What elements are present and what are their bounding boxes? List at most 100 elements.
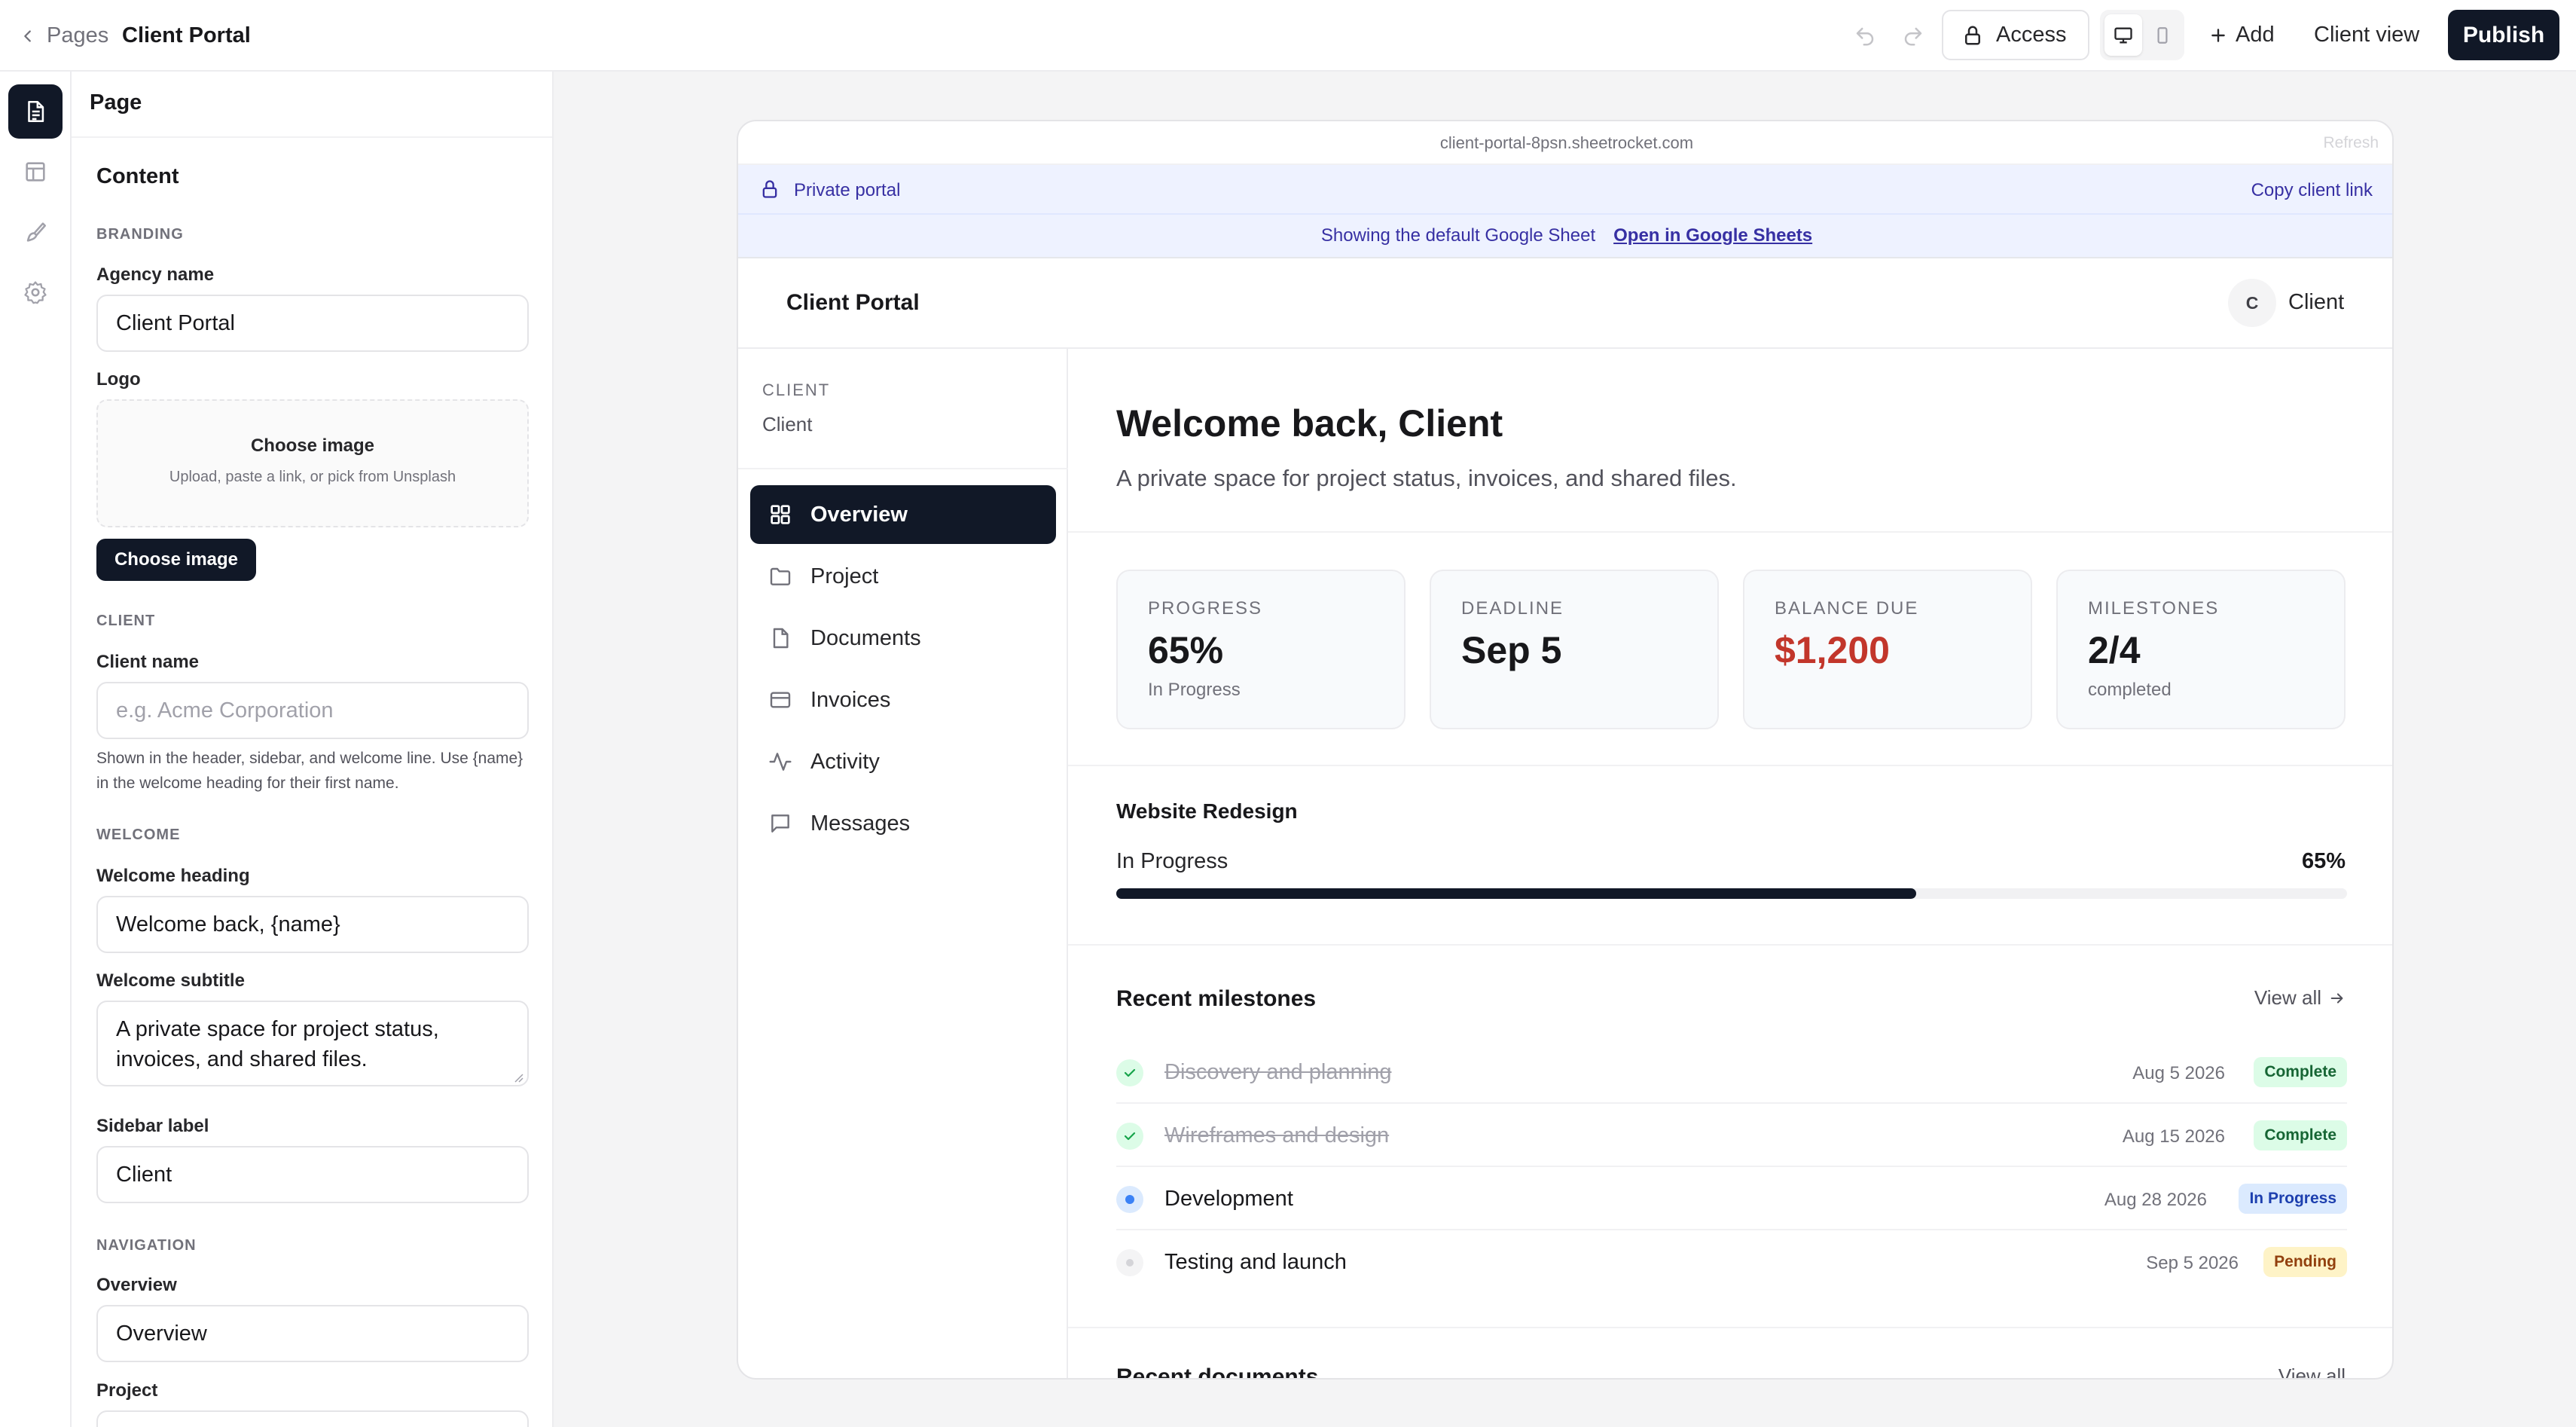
mobile-icon[interactable] — [2144, 14, 2181, 56]
milestone-row: Wireframes and design Aug 15 2026 Comple… — [1116, 1104, 2347, 1167]
lock-icon — [1961, 24, 1984, 47]
chevron-left-icon — [20, 28, 36, 44]
stat-progress: PROGRESS 65% In Progress — [1116, 570, 1406, 729]
table-icon[interactable] — [8, 145, 63, 199]
publish-button[interactable]: Publish — [2448, 10, 2559, 60]
branding-section-label: BRANDING — [96, 226, 184, 243]
settings-panel: Page Content BRANDING Agency name Client… — [72, 72, 554, 1427]
copy-client-link[interactable]: Copy client link — [2251, 180, 2373, 201]
logo-dropzone[interactable]: Choose image Upload, paste a link, or pi… — [96, 399, 529, 527]
milestone-row: Discovery and planning Aug 5 2026 Comple… — [1116, 1040, 2347, 1104]
portal-brand: Client Portal — [786, 290, 920, 315]
milestone-name: Wireframes and design — [1164, 1123, 1390, 1147]
lock-icon — [759, 179, 780, 200]
stat-key: BALANCE DUE — [1775, 598, 1919, 619]
stat-milestones: MILESTONES 2/4 completed — [2056, 570, 2346, 729]
project-percent: 65% — [2301, 849, 2346, 873]
milestone-date: Aug 28 2026 — [2104, 1190, 2207, 1210]
page-title: Client Portal — [122, 23, 251, 47]
welcome-heading-input[interactable]: Welcome back, {name} — [96, 896, 529, 953]
divider — [1068, 765, 2392, 766]
view-all-link[interactable]: View all — [2254, 986, 2346, 1010]
nav-messages[interactable]: Messages — [750, 794, 1056, 853]
stat-key: DEADLINE — [1461, 598, 1564, 619]
plus-icon — [2208, 26, 2228, 45]
folder-icon — [768, 564, 792, 588]
panel-divider — [72, 136, 552, 138]
welcome-subtitle-textarea[interactable]: A private space for project status, invo… — [96, 1001, 529, 1086]
stat-sub: completed — [2088, 680, 2172, 700]
resize-handle-icon[interactable] — [511, 1071, 523, 1083]
overview-nav-input[interactable]: Overview — [96, 1305, 529, 1362]
client-view-button[interactable]: Client view — [2314, 10, 2419, 60]
settings-icon[interactable] — [8, 265, 63, 319]
redo-icon[interactable] — [1895, 18, 1931, 54]
pending-dot-icon — [1116, 1249, 1143, 1276]
active-dot-icon — [1116, 1186, 1143, 1213]
portal-sidebar: CLIENT Client Overview Project Documents… — [738, 349, 1068, 1378]
nav-label: Activity — [810, 749, 880, 774]
nav-activity[interactable]: Activity — [750, 732, 1056, 791]
status-badge: In Progress — [2239, 1184, 2347, 1214]
panel-header: Page — [90, 90, 142, 115]
documents-view-all[interactable]: View all — [2278, 1364, 2346, 1378]
agency-name-input[interactable]: Client Portal — [96, 295, 529, 352]
open-sheets-link[interactable]: Open in Google Sheets — [1613, 225, 1812, 246]
milestone-name: Development — [1164, 1187, 1293, 1211]
preview-frame: client-portal-8psn.sheetrocket.com Refre… — [737, 120, 2394, 1380]
nav-label: Project — [810, 564, 879, 588]
icon-rail — [0, 72, 72, 1427]
add-button[interactable]: Add — [2208, 10, 2275, 60]
logo-drop-hint: Upload, paste a link, or pick from Unspl… — [169, 469, 456, 485]
logo-drop-title: Choose image — [250, 435, 375, 456]
avatar[interactable]: C — [2228, 279, 2276, 327]
milestone-date: Aug 5 2026 — [2132, 1063, 2225, 1083]
stat-balance: BALANCE DUE $1,200 — [1743, 570, 2032, 729]
divider — [1068, 944, 2392, 946]
sheet-notice-text: Showing the default Google Sheet — [1320, 225, 1596, 246]
milestones-title: Recent milestones — [1116, 986, 1317, 1011]
back-link[interactable]: Pages — [20, 0, 108, 72]
arrow-right-icon — [2329, 990, 2346, 1007]
project-nav-label: Project — [96, 1380, 158, 1401]
sidebar-label-input[interactable]: Client — [96, 1146, 529, 1203]
project-status: In Progress — [1116, 849, 1228, 873]
divider — [1068, 1327, 2392, 1328]
nav-project[interactable]: Project — [750, 547, 1056, 606]
sidebar-client: Client — [762, 413, 813, 435]
client-name-input[interactable]: e.g. Acme Corporation — [96, 682, 529, 739]
status-badge: Complete — [2254, 1057, 2347, 1087]
milestone-row: Development Aug 28 2026 In Progress — [1116, 1167, 2347, 1230]
nav-label: Overview — [810, 502, 908, 527]
private-banner: Private portal Copy client link — [738, 165, 2392, 215]
back-label: Pages — [47, 23, 109, 47]
navigation-section-label: NAVIGATION — [96, 1237, 197, 1254]
sidebar-divider — [738, 468, 1068, 469]
nav-overview[interactable]: Overview — [750, 485, 1056, 544]
message-icon — [768, 811, 792, 836]
access-button[interactable]: Access — [1942, 10, 2089, 60]
project-nav-input[interactable] — [96, 1410, 529, 1427]
milestone-row: Testing and launch Sep 5 2026 Pending — [1116, 1230, 2347, 1294]
choose-image-button[interactable]: Choose image — [96, 539, 256, 581]
top-bar: Pages Client Portal Access Add Client vi… — [0, 0, 2576, 72]
stat-value: 65% — [1148, 629, 1224, 671]
nav-invoices[interactable]: Invoices — [750, 671, 1056, 729]
refresh-button[interactable]: Refresh — [2323, 134, 2379, 152]
milestone-name: Testing and launch — [1164, 1250, 1347, 1274]
undo-icon[interactable] — [1847, 18, 1883, 54]
desktop-icon[interactable] — [2104, 14, 2142, 56]
brush-icon[interactable] — [8, 205, 63, 259]
milestone-name: Discovery and planning — [1164, 1060, 1392, 1084]
device-toggle — [2100, 10, 2184, 60]
nav-documents[interactable]: Documents — [750, 609, 1056, 668]
access-label: Access — [1996, 23, 2067, 47]
page-icon[interactable] — [8, 84, 63, 139]
check-icon — [1116, 1123, 1143, 1150]
overview-nav-label: Overview — [96, 1275, 177, 1295]
grid-icon — [768, 503, 792, 527]
stat-key: MILESTONES — [2088, 598, 2220, 619]
private-portal-label: Private portal — [794, 180, 901, 200]
welcome-section-label: WELCOME — [96, 827, 181, 843]
user-name[interactable]: Client — [2288, 290, 2344, 315]
